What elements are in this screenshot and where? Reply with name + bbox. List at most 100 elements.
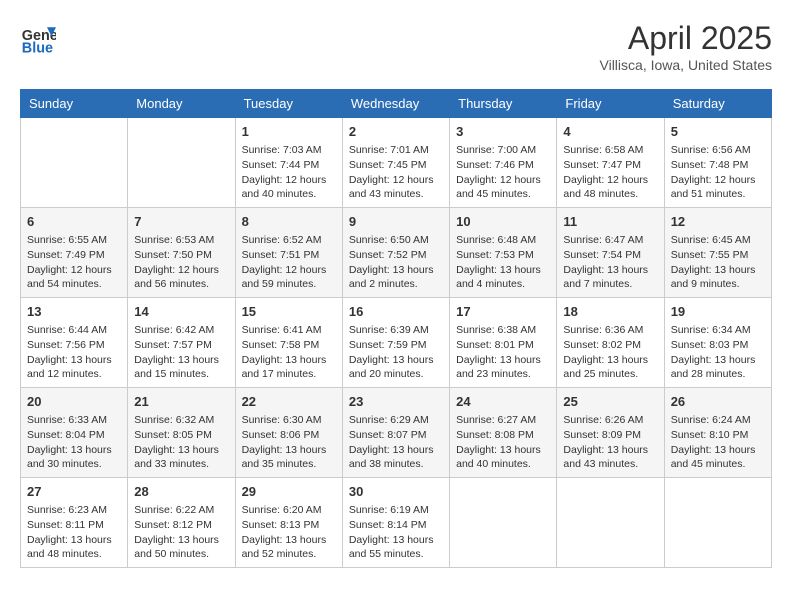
cell-info: Sunrise: 6:20 AM Sunset: 8:13 PM Dayligh… — [242, 503, 336, 562]
month-title: April 2025 — [600, 20, 773, 57]
calendar-cell: 19 Sunrise: 6:34 AM Sunset: 8:03 PM Dayli… — [664, 298, 771, 388]
calendar-cell: 24Sunrise: 6:27 AM Sunset: 8:08 PM Dayli… — [450, 388, 557, 478]
cell-info: Sunrise: 6:32 AM Sunset: 8:05 PM Dayligh… — [134, 413, 228, 472]
day-number: 30 — [349, 483, 443, 501]
calendar-cell: 6 Sunrise: 6:55 AM Sunset: 7:49 PM Daylig… — [21, 208, 128, 298]
day-number: 26 — [671, 393, 765, 411]
title-block: April 2025 Villisca, Iowa, United States — [600, 20, 773, 73]
cell-info: Sunrise: 6:26 AM Sunset: 8:09 PM Dayligh… — [563, 413, 657, 472]
cell-info: Sunrise: 6:56 AM Sunset: 7:48 PM Dayligh… — [671, 143, 765, 202]
calendar-cell: 11 Sunrise: 6:47 AM Sunset: 7:54 PM Dayli… — [557, 208, 664, 298]
cell-info: Sunrise: 6:48 AM Sunset: 7:53 PM Dayligh… — [456, 233, 550, 292]
calendar-table: SundayMondayTuesdayWednesdayThursdayFrid… — [20, 89, 772, 568]
calendar-cell: 22Sunrise: 6:30 AM Sunset: 8:06 PM Dayli… — [235, 388, 342, 478]
day-number: 19 — [671, 303, 765, 321]
calendar-cell: 13 Sunrise: 6:44 AM Sunset: 7:56 PM Dayli… — [21, 298, 128, 388]
cell-info: Sunrise: 6:53 AM Sunset: 7:50 PM Dayligh… — [134, 233, 228, 292]
day-number: 17 — [456, 303, 550, 321]
calendar-cell: 8 Sunrise: 6:52 AM Sunset: 7:51 PM Daylig… — [235, 208, 342, 298]
day-number: 12 — [671, 213, 765, 231]
column-header-wednesday: Wednesday — [342, 90, 449, 118]
day-number: 28 — [134, 483, 228, 501]
day-number: 15 — [242, 303, 336, 321]
calendar-cell: 27 Sunrise: 6:23 AM Sunset: 8:11 PM Dayli… — [21, 478, 128, 568]
calendar-cell — [450, 478, 557, 568]
day-number: 6 — [27, 213, 121, 231]
day-number: 27 — [27, 483, 121, 501]
column-header-thursday: Thursday — [450, 90, 557, 118]
day-number: 13 — [27, 303, 121, 321]
day-number: 29 — [242, 483, 336, 501]
cell-info: Sunrise: 6:39 AM Sunset: 7:59 PM Dayligh… — [349, 323, 443, 382]
calendar-cell: 18 Sunrise: 6:36 AM Sunset: 8:02 PM Dayli… — [557, 298, 664, 388]
calendar-cell: 26 Sunrise: 6:24 AM Sunset: 8:10 PM Dayli… — [664, 388, 771, 478]
day-number: 24 — [456, 393, 550, 411]
day-number: 23 — [349, 393, 443, 411]
calendar-cell — [557, 478, 664, 568]
calendar-cell: 9Sunrise: 6:50 AM Sunset: 7:52 PM Daylig… — [342, 208, 449, 298]
cell-info: Sunrise: 6:36 AM Sunset: 8:02 PM Dayligh… — [563, 323, 657, 382]
calendar-cell: 15Sunrise: 6:41 AM Sunset: 7:58 PM Dayli… — [235, 298, 342, 388]
calendar-cell — [664, 478, 771, 568]
column-header-tuesday: Tuesday — [235, 90, 342, 118]
calendar-week-row: 20 Sunrise: 6:33 AM Sunset: 8:04 PM Dayli… — [21, 388, 772, 478]
calendar-cell: 7 Sunrise: 6:53 AM Sunset: 7:50 PM Daylig… — [128, 208, 235, 298]
calendar-cell: 28 Sunrise: 6:22 AM Sunset: 8:12 PM Dayli… — [128, 478, 235, 568]
cell-info: Sunrise: 7:00 AM Sunset: 7:46 PM Dayligh… — [456, 143, 550, 202]
calendar-cell: 5 Sunrise: 6:56 AM Sunset: 7:48 PM Daylig… — [664, 118, 771, 208]
cell-info: Sunrise: 6:19 AM Sunset: 8:14 PM Dayligh… — [349, 503, 443, 562]
day-number: 16 — [349, 303, 443, 321]
logo: General Blue — [20, 20, 56, 56]
logo-icon: General Blue — [20, 20, 56, 56]
calendar-cell: 12Sunrise: 6:45 AM Sunset: 7:55 PM Dayli… — [664, 208, 771, 298]
day-number: 10 — [456, 213, 550, 231]
cell-info: Sunrise: 6:47 AM Sunset: 7:54 PM Dayligh… — [563, 233, 657, 292]
calendar-cell — [21, 118, 128, 208]
cell-info: Sunrise: 7:01 AM Sunset: 7:45 PM Dayligh… — [349, 143, 443, 202]
calendar-cell: 14 Sunrise: 6:42 AM Sunset: 7:57 PM Dayli… — [128, 298, 235, 388]
calendar-cell: 3 Sunrise: 7:00 AM Sunset: 7:46 PM Daylig… — [450, 118, 557, 208]
cell-info: Sunrise: 6:34 AM Sunset: 8:03 PM Dayligh… — [671, 323, 765, 382]
day-number: 22 — [242, 393, 336, 411]
calendar-cell: 21 Sunrise: 6:32 AM Sunset: 8:05 PM Dayli… — [128, 388, 235, 478]
day-number: 25 — [563, 393, 657, 411]
day-number: 8 — [242, 213, 336, 231]
day-number: 7 — [134, 213, 228, 231]
day-number: 21 — [134, 393, 228, 411]
column-header-friday: Friday — [557, 90, 664, 118]
calendar-week-row: 13 Sunrise: 6:44 AM Sunset: 7:56 PM Dayli… — [21, 298, 772, 388]
calendar-cell: 2Sunrise: 7:01 AM Sunset: 7:45 PM Daylig… — [342, 118, 449, 208]
calendar-cell: 10 Sunrise: 6:48 AM Sunset: 7:53 PM Dayli… — [450, 208, 557, 298]
day-number: 11 — [563, 213, 657, 231]
calendar-cell: 23 Sunrise: 6:29 AM Sunset: 8:07 PM Dayli… — [342, 388, 449, 478]
cell-info: Sunrise: 6:24 AM Sunset: 8:10 PM Dayligh… — [671, 413, 765, 472]
cell-info: Sunrise: 6:55 AM Sunset: 7:49 PM Dayligh… — [27, 233, 121, 292]
calendar-cell — [128, 118, 235, 208]
day-number: 4 — [563, 123, 657, 141]
cell-info: Sunrise: 6:44 AM Sunset: 7:56 PM Dayligh… — [27, 323, 121, 382]
day-number: 3 — [456, 123, 550, 141]
day-number: 9 — [349, 213, 443, 231]
column-header-saturday: Saturday — [664, 90, 771, 118]
day-number: 14 — [134, 303, 228, 321]
calendar-week-row: 27 Sunrise: 6:23 AM Sunset: 8:11 PM Dayli… — [21, 478, 772, 568]
calendar-cell: 29 Sunrise: 6:20 AM Sunset: 8:13 PM Dayli… — [235, 478, 342, 568]
cell-info: Sunrise: 6:52 AM Sunset: 7:51 PM Dayligh… — [242, 233, 336, 292]
cell-info: Sunrise: 6:29 AM Sunset: 8:07 PM Dayligh… — [349, 413, 443, 472]
column-header-sunday: Sunday — [21, 90, 128, 118]
cell-info: Sunrise: 6:23 AM Sunset: 8:11 PM Dayligh… — [27, 503, 121, 562]
cell-info: Sunrise: 7:03 AM Sunset: 7:44 PM Dayligh… — [242, 143, 336, 202]
calendar-header-row: SundayMondayTuesdayWednesdayThursdayFrid… — [21, 90, 772, 118]
cell-info: Sunrise: 6:22 AM Sunset: 8:12 PM Dayligh… — [134, 503, 228, 562]
cell-info: Sunrise: 6:42 AM Sunset: 7:57 PM Dayligh… — [134, 323, 228, 382]
calendar-cell: 16 Sunrise: 6:39 AM Sunset: 7:59 PM Dayli… — [342, 298, 449, 388]
column-header-monday: Monday — [128, 90, 235, 118]
calendar-cell: 4Sunrise: 6:58 AM Sunset: 7:47 PM Daylig… — [557, 118, 664, 208]
location-label: Villisca, Iowa, United States — [600, 57, 773, 73]
day-number: 5 — [671, 123, 765, 141]
day-number: 18 — [563, 303, 657, 321]
page-header: General Blue April 2025 Villisca, Iowa, … — [20, 20, 772, 73]
day-number: 20 — [27, 393, 121, 411]
cell-info: Sunrise: 6:33 AM Sunset: 8:04 PM Dayligh… — [27, 413, 121, 472]
calendar-cell: 30 Sunrise: 6:19 AM Sunset: 8:14 PM Dayli… — [342, 478, 449, 568]
